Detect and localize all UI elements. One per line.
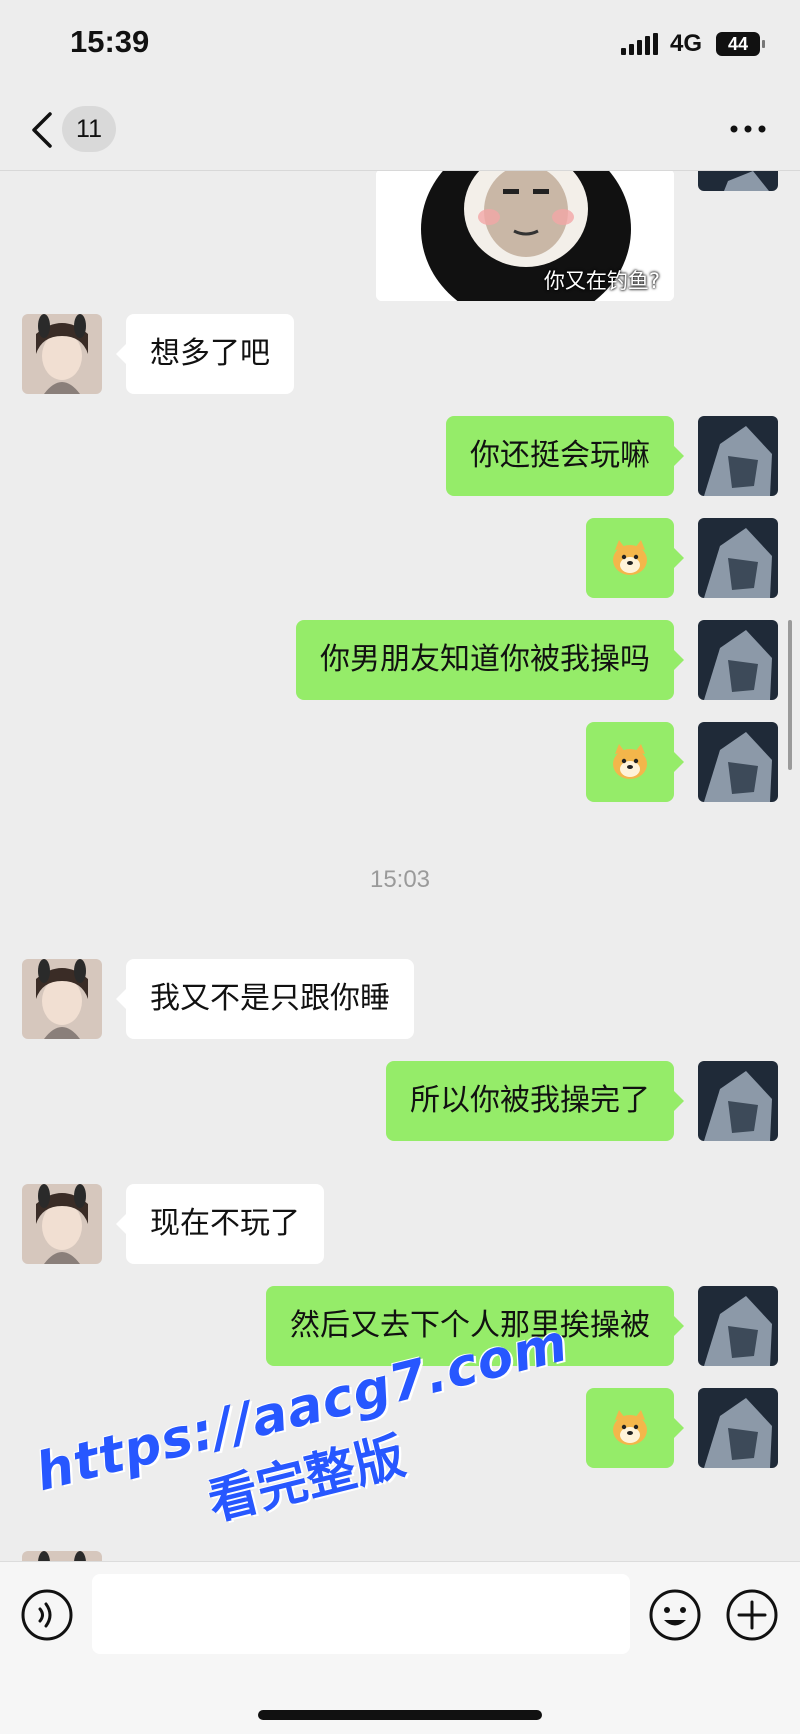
scrollbar[interactable]	[788, 620, 792, 770]
signal-icon	[620, 33, 658, 55]
status-time: 15:39	[70, 24, 150, 59]
self-avatar[interactable]	[698, 416, 778, 496]
chat-header: 11	[0, 92, 800, 171]
doge-emoji-icon	[613, 540, 647, 575]
received-message-bubble[interactable]: 想多了吧	[116, 314, 294, 394]
self-avatar[interactable]	[698, 518, 778, 598]
sent-emoji-bubble[interactable]	[586, 1388, 684, 1468]
message-input-bar	[0, 1561, 800, 1734]
sticker-caption: 你又在钓鱼?	[543, 269, 660, 293]
sent-message-bubble[interactable]: 你男朋友知道你被我操吗	[296, 620, 684, 700]
plus-icon[interactable]	[725, 1588, 779, 1642]
contact-avatar[interactable]	[22, 1551, 102, 1561]
status-icons: 4G 44	[620, 30, 765, 58]
self-avatar[interactable]	[698, 1061, 778, 1141]
sent-message-bubble[interactable]: 所以你被我操完了	[386, 1061, 684, 1141]
message-timestamp: 15:03	[369, 866, 431, 893]
contact-avatar[interactable]	[22, 959, 102, 1039]
sent-message-bubble[interactable]: 然后又去下个人那里挨操被	[266, 1286, 684, 1366]
received-message-bubble[interactable]: 现在不玩了	[116, 1184, 324, 1264]
self-avatar[interactable]	[698, 722, 778, 802]
received-message-bubble[interactable]: 我又不是只跟你睡	[116, 959, 414, 1039]
self-avatar[interactable]	[698, 171, 778, 191]
contact-avatar[interactable]	[22, 1184, 102, 1264]
status-bar: 15:39 4G 44	[0, 0, 800, 92]
back-arrow-icon[interactable]	[28, 110, 58, 150]
network-type: 4G	[669, 30, 702, 57]
chat-message-list[interactable]: 你又在钓鱼? 想多了吧 你还挺会玩嘛 你男朋友知道你被我操吗 15:03 我又不…	[0, 171, 800, 1561]
doge-emoji-icon	[613, 744, 647, 779]
unread-count-badge[interactable]: 11	[62, 106, 116, 152]
more-options-icon[interactable]	[726, 114, 770, 144]
contact-avatar[interactable]	[22, 314, 102, 394]
emoji-face-icon[interactable]	[648, 1588, 702, 1642]
sticker-image[interactable]: 你又在钓鱼?	[376, 171, 674, 301]
self-avatar[interactable]	[698, 1388, 778, 1468]
voice-input-icon[interactable]	[20, 1588, 74, 1642]
sent-emoji-bubble[interactable]	[586, 722, 684, 802]
doge-emoji-icon	[613, 1410, 647, 1445]
battery-icon: 44	[716, 32, 765, 56]
message-text-field[interactable]	[92, 1574, 630, 1654]
home-indicator[interactable]	[258, 1710, 542, 1720]
sent-message-bubble[interactable]: 你还挺会玩嘛	[446, 416, 684, 496]
sent-emoji-bubble[interactable]	[586, 518, 684, 598]
self-avatar[interactable]	[698, 1286, 778, 1366]
self-avatar[interactable]	[698, 620, 778, 700]
